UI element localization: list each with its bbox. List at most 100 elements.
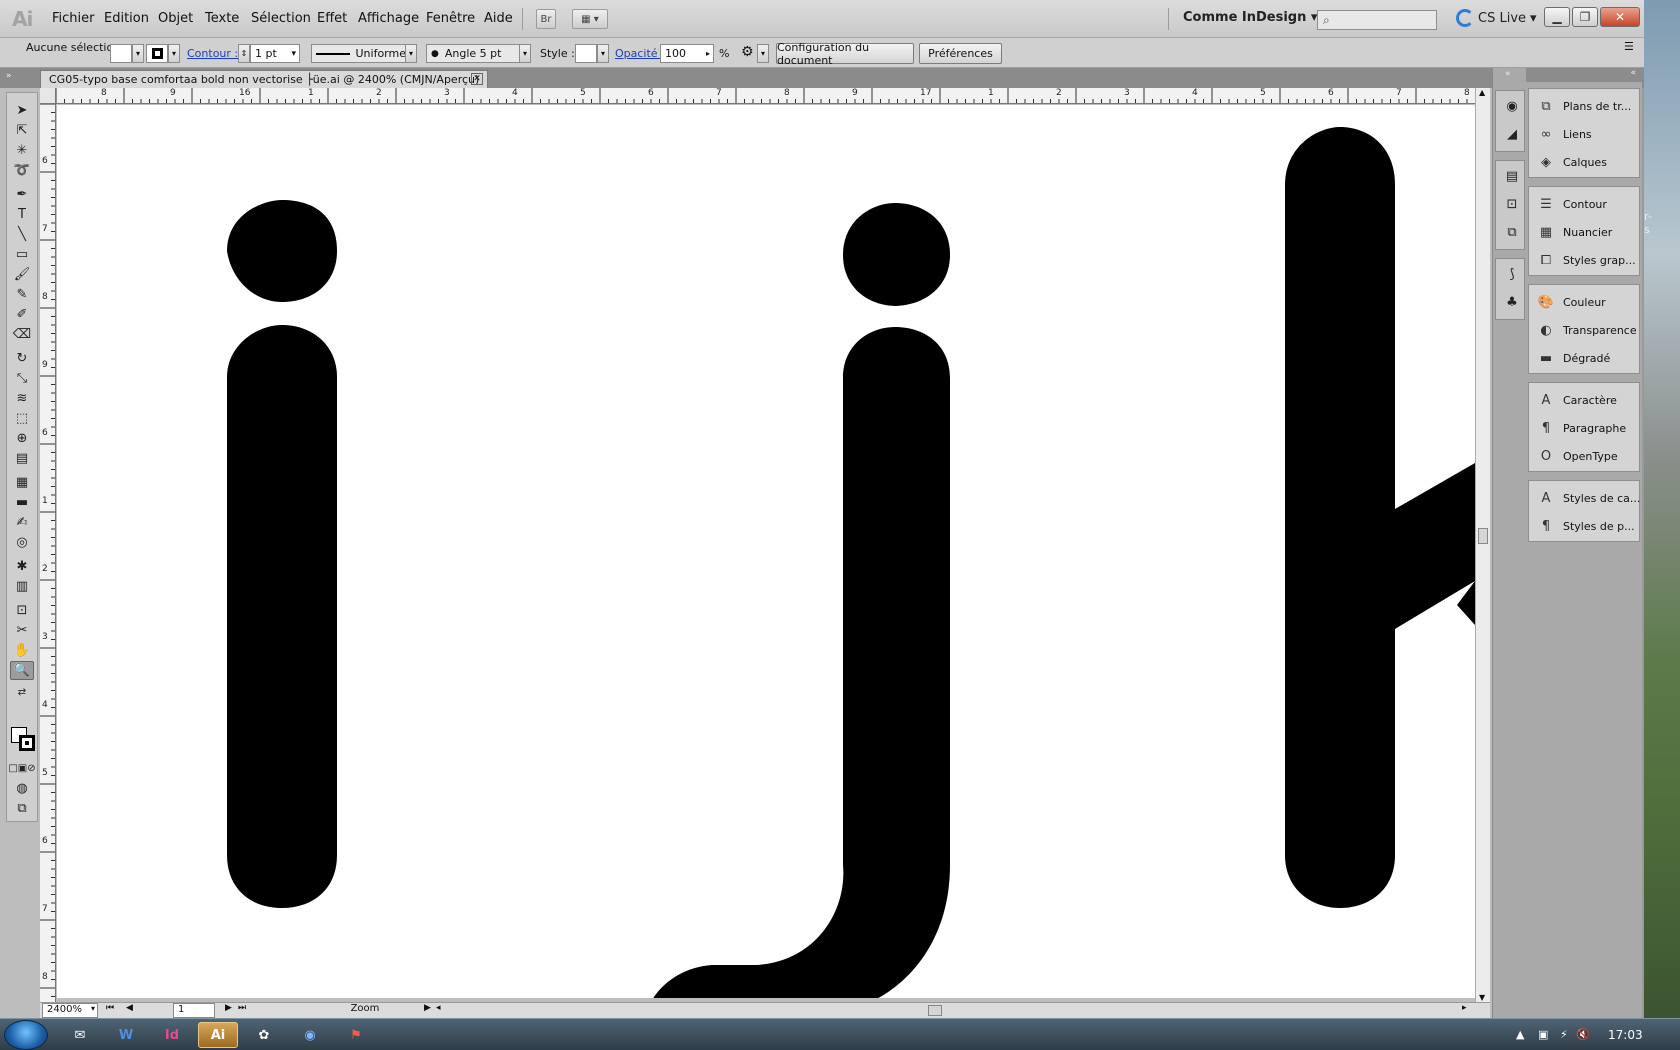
brushes-icon[interactable]: ⟆: [1503, 265, 1521, 283]
blend-tool-icon[interactable]: ◎: [10, 533, 34, 552]
taskbar-mail-icon[interactable]: ✉: [60, 1022, 100, 1048]
vertical-scrollbar[interactable]: ▲ ▼: [1475, 88, 1490, 1002]
minimize-button[interactable]: ▁: [1544, 7, 1570, 27]
panel-opentype[interactable]: O OpenType: [1529, 442, 1641, 470]
graphic-style-dropdown[interactable]: ▾: [597, 44, 609, 63]
line-tool-icon[interactable]: ╲: [10, 225, 34, 244]
panel-paragraph[interactable]: ¶ Paragraphe: [1529, 414, 1641, 442]
rotate-tool-icon[interactable]: ↻: [10, 349, 34, 368]
zoom-tool-icon[interactable]: 🔍: [10, 661, 34, 680]
menu-edition[interactable]: Edition: [104, 11, 149, 26]
blob-brush-tool-icon[interactable]: ✐: [10, 305, 34, 324]
stroke-swatch-icon[interactable]: [19, 735, 35, 751]
rectangle-tool-icon[interactable]: ▭: [10, 245, 34, 264]
magic-wand-tool-icon[interactable]: ✳: [10, 141, 34, 160]
drawing-mode-icon[interactable]: ◍: [10, 779, 34, 798]
perspective-grid-tool-icon[interactable]: ▤: [10, 449, 34, 468]
taskbar-picasa-icon[interactable]: ✿: [244, 1022, 284, 1048]
tray-volume-icon[interactable]: 🔇: [1576, 1028, 1590, 1041]
tray-network-icon[interactable]: ▣: [1538, 1028, 1548, 1041]
gradient-tool-icon[interactable]: ▬: [10, 493, 34, 512]
menu-affichage[interactable]: Affichage: [358, 11, 419, 26]
next-page-icon[interactable]: ▶: [225, 1003, 232, 1013]
taskbar-browser-icon[interactable]: ◉: [290, 1022, 330, 1048]
warp-tool-icon[interactable]: ≋: [10, 389, 34, 408]
contour-link[interactable]: Contour :: [187, 47, 238, 60]
stroke-weight-field[interactable]: 1 pt ▾: [250, 44, 300, 63]
scale-tool-icon[interactable]: ⤡: [10, 369, 34, 388]
color-mode-icons[interactable]: □▣⊘: [8, 759, 35, 778]
stroke-profile-dropdown[interactable]: ▾: [405, 44, 417, 63]
fill-dropdown[interactable]: ▾: [132, 44, 144, 63]
vertical-scroll-thumb[interactable]: [1478, 528, 1488, 544]
panel-artboards[interactable]: ⧉ Plans de tr...: [1529, 92, 1641, 120]
graphic-style-swatch[interactable]: [575, 44, 597, 63]
menu-texte[interactable]: Texte: [205, 11, 239, 26]
scroll-up-icon[interactable]: ▲: [1479, 88, 1485, 97]
chevron-right-icon[interactable]: ▶: [424, 1003, 431, 1013]
taskbar-acrobat-icon[interactable]: ⚑: [336, 1022, 376, 1048]
panel-stroke[interactable]: ☰ Contour: [1529, 190, 1641, 218]
align-icon[interactable]: ▤: [1503, 167, 1521, 185]
eraser-tool-icon[interactable]: ⌫: [10, 325, 34, 344]
recolor-artwork-icon[interactable]: ⚙: [741, 44, 754, 60]
panel-color[interactable]: 🎨 Couleur: [1529, 288, 1641, 316]
taskbar-clock[interactable]: 17:03: [1608, 1028, 1643, 1042]
opacity-link[interactable]: Opacité :: [615, 47, 665, 60]
menu-objet[interactable]: Objet: [158, 11, 193, 26]
brush-select[interactable]: ● Angle 5 pt: [426, 44, 522, 63]
artboard-tool-icon[interactable]: ⊡: [10, 601, 34, 620]
eyedropper-tool-icon[interactable]: ✍: [10, 513, 34, 532]
panel-gradient[interactable]: ▬ Dégradé: [1529, 344, 1641, 372]
help-search-input[interactable]: ⌕: [1317, 10, 1437, 30]
menu-aide[interactable]: Aide: [484, 11, 513, 26]
tray-power-icon[interactable]: ⚡: [1560, 1028, 1568, 1041]
pencil-tool-icon[interactable]: ✎: [10, 285, 34, 304]
arrange-documents-button[interactable]: ▦ ▾: [572, 9, 608, 29]
appearance-icon[interactable]: ◢: [1503, 125, 1521, 143]
artboard-canvas[interactable]: [57, 105, 1475, 998]
fill-stroke-swatches[interactable]: [11, 727, 37, 753]
type-tool-icon[interactable]: T: [10, 205, 34, 224]
workspace-switcher[interactable]: Comme InDesign ▾: [1183, 10, 1317, 25]
last-page-icon[interactable]: ⏭: [238, 1003, 246, 1013]
collapse-arrows-icon[interactable]: »: [6, 71, 12, 81]
previous-page-icon[interactable]: ◀: [126, 1003, 133, 1013]
stroke-profile-select[interactable]: Uniforme: [311, 44, 407, 63]
tray-expand-icon[interactable]: ▲: [1516, 1028, 1524, 1041]
document-setup-button[interactable]: Configuration du document: [776, 41, 914, 67]
panel-paragraph-styles[interactable]: ¶ Styles de p...: [1529, 512, 1641, 540]
direct-selection-tool-icon[interactable]: ⇱: [10, 121, 34, 140]
expand-panels-icon[interactable]: «: [1505, 69, 1511, 79]
cs-live-menu[interactable]: CS Live ▾: [1456, 9, 1537, 27]
lasso-tool-icon[interactable]: ➰: [10, 161, 34, 180]
hand-tool-icon[interactable]: ✋: [10, 641, 34, 660]
document-tab[interactable]: CG05-typo base comfortaa bold non vector…: [40, 70, 488, 88]
free-transform-tool-icon[interactable]: ⬚: [10, 409, 34, 428]
graph-tool-icon[interactable]: ▥: [10, 577, 34, 596]
panel-character-styles[interactable]: A Styles de ca...: [1529, 484, 1641, 512]
collapse-panels-icon[interactable]: «: [1630, 68, 1636, 78]
close-tab-icon[interactable]: ✕: [471, 73, 483, 85]
ruler-origin[interactable]: [40, 88, 56, 104]
stroke-dropdown[interactable]: ▾: [168, 44, 180, 63]
first-page-icon[interactable]: ⏮: [106, 1003, 114, 1013]
symbols-icon[interactable]: ♣: [1503, 293, 1521, 311]
zoom-level-field[interactable]: 2400% ▾: [42, 1003, 98, 1018]
slice-tool-icon[interactable]: ✂: [10, 621, 34, 640]
taskbar-illustrator-icon[interactable]: Ai: [198, 1022, 238, 1048]
brush-dropdown[interactable]: ▾: [519, 44, 531, 63]
panel-links[interactable]: ∞ Liens: [1529, 120, 1641, 148]
paintbrush-tool-icon[interactable]: 🖌: [10, 265, 34, 284]
swap-fill-stroke-icon[interactable]: ⇄: [10, 683, 34, 702]
horizontal-ruler[interactable]: 8 9 16 1 2 3 4 5 6 7 8 9 17 1 2 3 4 5 6 …: [56, 88, 1478, 104]
pen-tool-icon[interactable]: ✒: [10, 185, 34, 204]
menu-fichier[interactable]: Fichier: [52, 11, 95, 26]
preferences-button[interactable]: Préférences: [919, 43, 1002, 64]
scroll-down-icon[interactable]: ▼: [1479, 993, 1485, 1002]
selection-tool-icon[interactable]: ➤: [10, 101, 34, 120]
transform-icon[interactable]: ⊡: [1503, 195, 1521, 213]
start-button[interactable]: [4, 1020, 48, 1050]
panel-swatches[interactable]: ▦ Nuancier: [1529, 218, 1641, 246]
horizontal-scroll-thumb[interactable]: [928, 1005, 942, 1016]
